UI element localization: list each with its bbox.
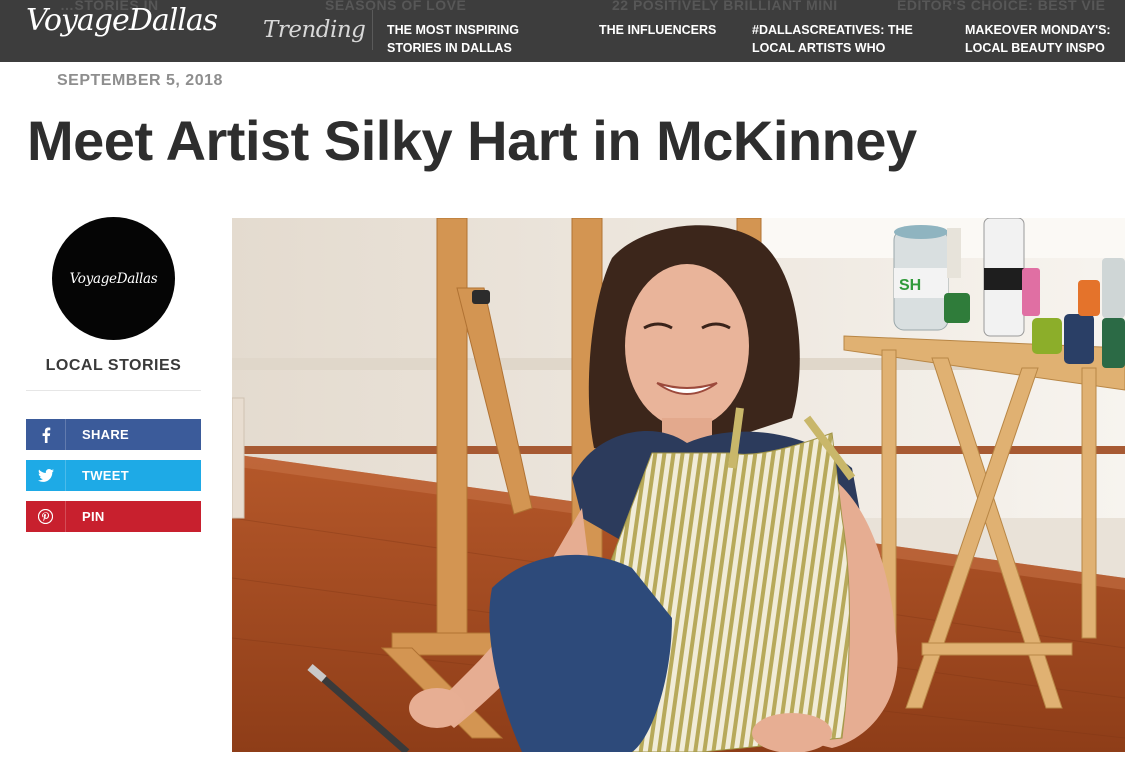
nav-link-makeover-monday[interactable]: MAKEOVER MONDAY'S: LOCAL BEAUTY INSPO bbox=[965, 21, 1111, 57]
sidebar-divider bbox=[26, 390, 201, 391]
nav-divider bbox=[372, 10, 373, 50]
trending-label: Trending bbox=[263, 17, 366, 43]
top-nav-bar: …STORIES IN SEASONS OF LOVE 22 POSITIVEL… bbox=[0, 0, 1125, 62]
facebook-share-button[interactable]: SHARE bbox=[26, 419, 201, 450]
nav-link-label: #DALLASCREATIVES: THE bbox=[752, 23, 913, 37]
nav-link-most-inspiring[interactable]: THE MOST INSPIRING STORIES IN DALLAS bbox=[387, 21, 519, 57]
nav-link-label-line2: STORIES IN DALLAS bbox=[387, 41, 512, 55]
twitter-share-button[interactable]: TWEET bbox=[26, 460, 201, 491]
jar-label: SH bbox=[899, 277, 921, 294]
article-title: Meet Artist Silky Hart in McKinney bbox=[27, 109, 917, 172]
facebook-icon bbox=[26, 419, 66, 450]
avatar-logo-text: VoyageDallas bbox=[69, 270, 158, 287]
twitter-icon bbox=[26, 460, 66, 491]
nav-link-label: MAKEOVER MONDAY'S: bbox=[965, 23, 1111, 37]
pinterest-share-button[interactable]: PIN bbox=[26, 501, 201, 532]
nav-link-dallas-creatives[interactable]: #DALLASCREATIVES: THE LOCAL ARTISTS WHO bbox=[752, 21, 913, 57]
share-button-label: SHARE bbox=[82, 427, 130, 442]
ticker-text: EDITOR'S CHOICE: BEST VIE bbox=[897, 0, 1106, 13]
author-avatar[interactable]: VoyageDallas bbox=[52, 217, 175, 340]
pin-button-label: PIN bbox=[82, 509, 105, 524]
tweet-button-label: TWEET bbox=[82, 468, 129, 483]
article-date: SEPTEMBER 5, 2018 bbox=[57, 72, 223, 89]
site-logo[interactable]: VoyageDallas bbox=[26, 3, 218, 38]
pinterest-icon bbox=[26, 501, 66, 532]
nav-link-label: THE MOST INSPIRING bbox=[387, 23, 519, 37]
nav-link-label-line2: LOCAL BEAUTY INSPO bbox=[965, 41, 1105, 55]
ticker-text: 22 POSITIVELY BRILLIANT MINI bbox=[612, 0, 838, 13]
article-hero-photo: SH bbox=[232, 218, 1125, 752]
nav-link-influencers[interactable]: THE INFLUENCERS bbox=[599, 21, 716, 39]
nav-link-label: THE INFLUENCERS bbox=[599, 23, 717, 37]
nav-link-label-line2: LOCAL ARTISTS WHO bbox=[752, 41, 886, 55]
ticker-text: SEASONS OF LOVE bbox=[325, 0, 467, 13]
category-label[interactable]: LOCAL STORIES bbox=[26, 357, 201, 375]
